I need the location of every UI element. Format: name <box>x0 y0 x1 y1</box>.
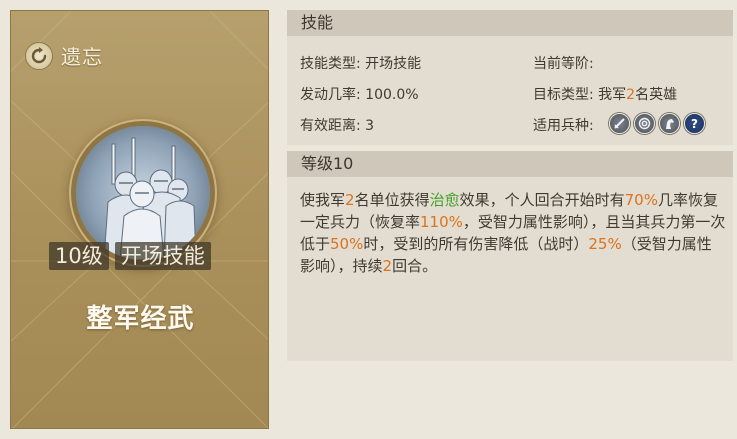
trigger-rate-value: 100.0% <box>365 87 419 103</box>
skill-badges: 10级 开场技能 <box>49 242 217 270</box>
target-type-label: 目标类型: <box>533 87 594 103</box>
desc-text-1: 使我军 <box>300 191 346 209</box>
range-label: 有效距离: <box>300 118 361 134</box>
troop-type-label: 适用兵种: <box>533 118 594 134</box>
desc-highlight-2: 70% <box>624 191 658 209</box>
desc-highlight-3: 110% <box>420 213 463 231</box>
range-value: 3 <box>365 118 375 134</box>
forget-button[interactable]: 遗忘 <box>25 41 103 70</box>
trigger-rate-row: 发动几率: 100.0% <box>300 84 419 104</box>
level-panel-header: 等级10 <box>287 151 733 177</box>
skill-description: 使我军2名单位获得治愈效果，个人回合开始时有70%几率恢复一定兵力（恢复率110… <box>300 189 726 277</box>
desc-text-6: 时，受到的所有伤害降低（战时） <box>363 235 589 253</box>
range-row: 有效距离: 3 <box>300 115 374 135</box>
sword-icon[interactable] <box>609 113 630 134</box>
target-type-value-post: 名英雄 <box>635 87 678 103</box>
current-rank-row: 当前等阶: <box>533 53 594 73</box>
desc-heal-keyword: 治愈 <box>429 191 460 209</box>
desc-highlight-6: 2 <box>382 257 393 275</box>
skill-type-label: 技能类型: <box>300 56 361 72</box>
skill-panel-header: 技能 <box>287 10 733 36</box>
level-badge: 10级 <box>49 242 109 270</box>
target-type-value-pre: 我军 <box>598 87 627 103</box>
skill-card: 遗忘 10级 开场技能 整军经武 <box>10 10 269 429</box>
troop-type-row: 适用兵种: <box>533 115 594 135</box>
skill-type-row: 技能类型: 开场技能 <box>300 53 421 73</box>
desc-highlight-5: 25% <box>588 235 622 253</box>
forget-label: 遗忘 <box>61 45 103 69</box>
skill-type-value: 开场技能 <box>365 56 422 72</box>
desc-text-8: 回合。 <box>392 257 438 275</box>
desc-text-2: 名单位获得 <box>354 191 430 209</box>
trigger-rate-label: 发动几率: <box>300 87 361 103</box>
skill-type-badge: 开场技能 <box>114 242 211 270</box>
desc-text-3: 效果，个人回合开始时有 <box>459 191 625 209</box>
desc-highlight-4: 50% <box>330 235 364 253</box>
question-icon[interactable]: ? <box>684 113 705 134</box>
bow-target-icon[interactable] <box>634 113 655 134</box>
skill-emblem-image <box>76 126 210 260</box>
target-type-count: 2 <box>626 87 636 103</box>
horse-icon[interactable] <box>659 113 680 134</box>
forget-refresh-icon <box>25 41 53 70</box>
target-type-row: 目标类型: 我军2名英雄 <box>533 84 677 104</box>
desc-highlight-1: 2 <box>345 191 355 209</box>
troop-type-icons: ? <box>609 113 709 134</box>
skill-name: 整军经武 <box>86 304 195 334</box>
current-rank-label: 当前等阶: <box>533 56 594 72</box>
